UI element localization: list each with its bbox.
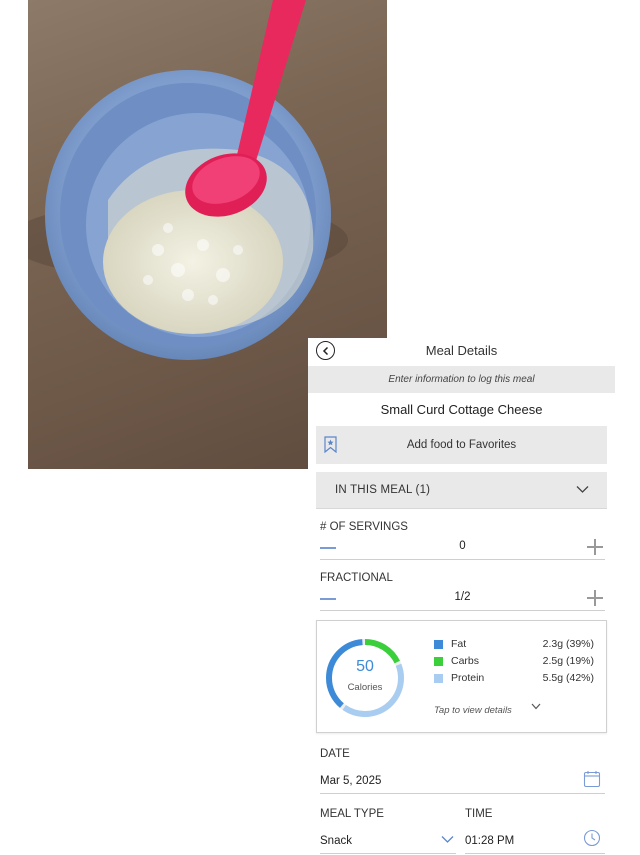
servings-stepper: 0 bbox=[320, 536, 605, 560]
servings-increment-button[interactable] bbox=[587, 539, 603, 555]
meal-type-value: Snack bbox=[320, 835, 352, 847]
chevron-down-icon bbox=[531, 703, 541, 710]
view-details-label: Tap to view details bbox=[434, 705, 512, 716]
nutrition-summary-card[interactable]: 50 Calories Fat 2.3g (39%) Carbs 2.5g (1… bbox=[316, 620, 607, 733]
meal-type-label: MEAL TYPE bbox=[320, 808, 384, 820]
meal-details-panel: Meal Details Enter information to log th… bbox=[308, 338, 615, 855]
macro-value: 2.5g (19%) bbox=[542, 655, 594, 667]
protein-swatch bbox=[434, 674, 443, 683]
chevron-down-icon bbox=[441, 836, 454, 843]
add-to-favorites-label: Add food to Favorites bbox=[406, 439, 517, 451]
macro-row-carbs: Carbs 2.5g (19%) bbox=[434, 655, 594, 669]
fractional-increment-button[interactable] bbox=[587, 590, 603, 606]
calories-value: 50 bbox=[356, 658, 374, 675]
in-this-meal-dropdown[interactable]: IN THIS MEAL (1) bbox=[316, 472, 607, 509]
macro-name: Fat bbox=[451, 638, 467, 650]
instruction-banner: Enter information to log this meal bbox=[308, 366, 615, 393]
time-field[interactable]: 01:28 PM bbox=[465, 829, 605, 854]
fat-swatch bbox=[434, 640, 443, 649]
fractional-stepper: 1/2 bbox=[320, 587, 605, 611]
navigation-bar: Meal Details bbox=[308, 338, 615, 366]
calendar-icon[interactable] bbox=[583, 770, 601, 788]
fractional-value[interactable]: 1/2 bbox=[320, 591, 605, 603]
calories-donut-chart bbox=[326, 639, 404, 717]
fractional-label: FRACTIONAL bbox=[320, 572, 393, 584]
macro-name: Carbs bbox=[451, 655, 480, 667]
date-field[interactable]: Mar 5, 2025 bbox=[320, 770, 605, 794]
carbs-swatch bbox=[434, 657, 443, 666]
food-name: Small Curd Cottage Cheese bbox=[380, 402, 543, 417]
macro-value: 5.5g (42%) bbox=[542, 672, 594, 684]
page-title: Meal Details bbox=[425, 343, 498, 358]
meal-type-select[interactable]: Snack bbox=[320, 832, 456, 854]
date-value: Mar 5, 2025 bbox=[320, 775, 382, 787]
date-label: DATE bbox=[320, 748, 350, 760]
servings-label: # OF SERVINGS bbox=[320, 521, 408, 533]
servings-value[interactable]: 0 bbox=[320, 540, 605, 552]
chevron-down-icon bbox=[576, 486, 589, 493]
calories-label: Calories bbox=[347, 682, 383, 693]
macro-value: 2.3g (39%) bbox=[542, 638, 594, 650]
macro-row-protein: Protein 5.5g (42%) bbox=[434, 672, 594, 686]
time-label: TIME bbox=[465, 808, 493, 820]
macro-row-fat: Fat 2.3g (39%) bbox=[434, 638, 594, 652]
clock-icon[interactable] bbox=[583, 829, 601, 847]
macro-name: Protein bbox=[451, 672, 485, 684]
view-details-link[interactable]: Tap to view details bbox=[434, 700, 541, 716]
time-value: 01:28 PM bbox=[465, 835, 515, 847]
in-this-meal-label: IN THIS MEAL (1) bbox=[335, 484, 431, 496]
add-to-favorites-button[interactable]: Add food to Favorites bbox=[316, 426, 607, 464]
